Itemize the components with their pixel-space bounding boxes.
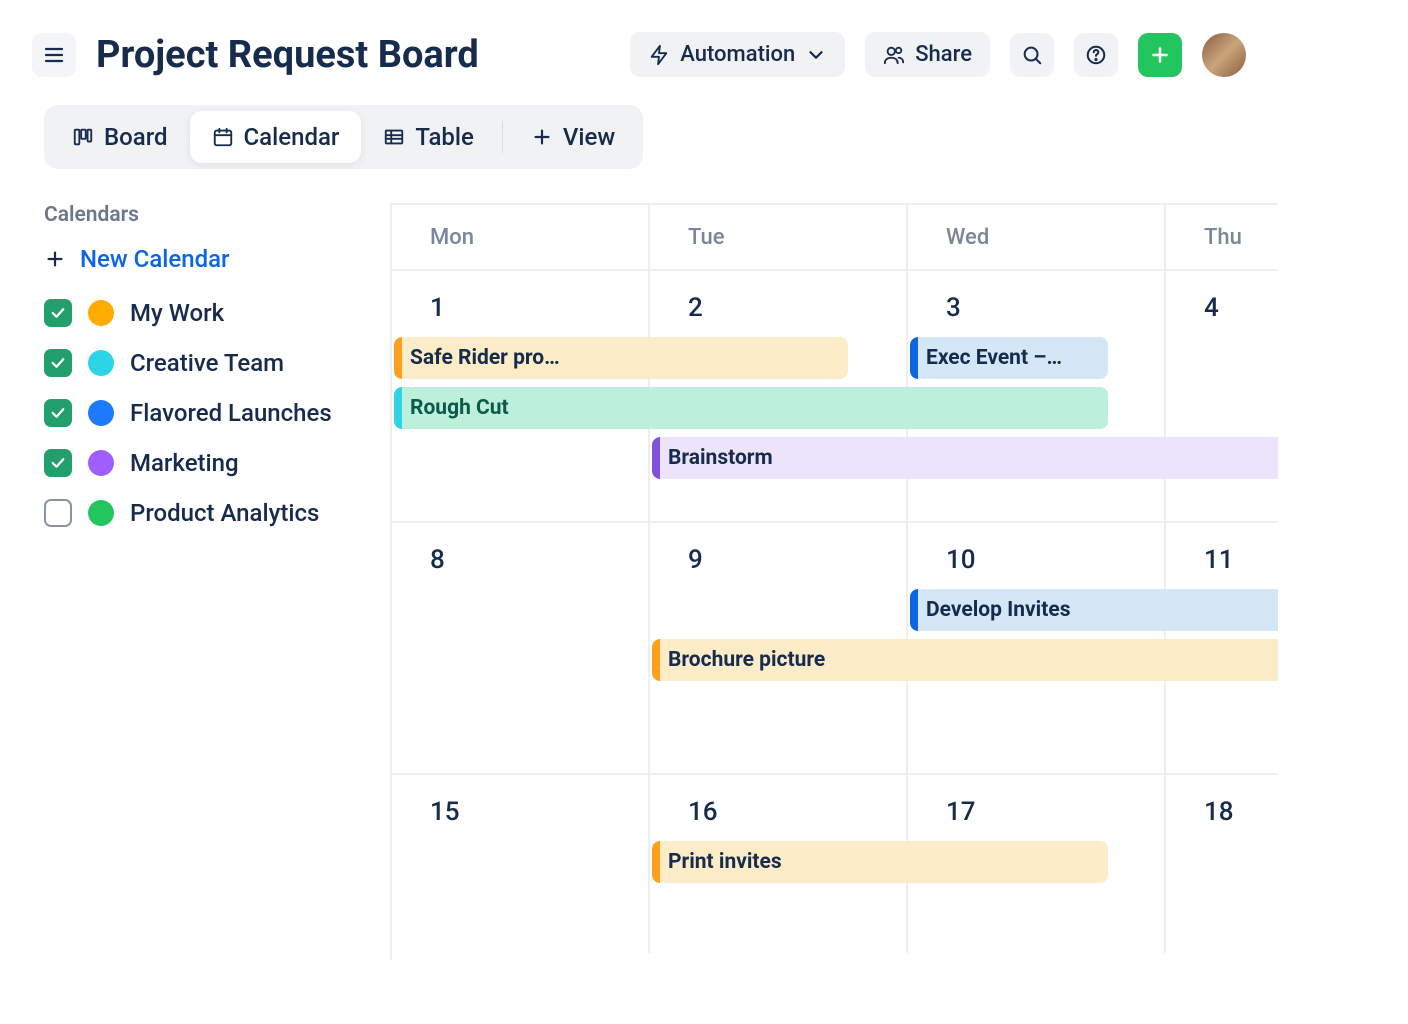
plus-icon — [1149, 44, 1171, 66]
automation-button[interactable]: Automation — [630, 32, 845, 77]
calendar-filter-label: My Work — [130, 299, 224, 327]
event-label: Rough Cut — [410, 396, 509, 420]
event-label: Brochure picture — [668, 648, 825, 672]
people-icon — [883, 44, 905, 66]
event-color-stripe — [394, 337, 402, 379]
day-header: Mon — [392, 205, 650, 269]
calendar-day-cell[interactable]: 18 — [1166, 775, 1278, 953]
search-button[interactable] — [1010, 33, 1054, 77]
checkbox[interactable] — [44, 449, 72, 477]
tab-separator — [502, 121, 503, 153]
calendar-filter-label: Marketing — [130, 449, 239, 477]
tab-calendar-label: Calendar — [244, 123, 340, 151]
tab-calendar[interactable]: Calendar — [190, 111, 362, 163]
bolt-icon — [648, 44, 670, 66]
calendar-filter-item[interactable]: Product Analytics — [44, 499, 366, 527]
plus-icon — [531, 126, 553, 148]
event-color-stripe — [910, 337, 918, 379]
event-label: Exec Event –… — [926, 346, 1062, 370]
calendar-filter-label: Flavored Launches — [130, 399, 332, 427]
calendar-color-dot — [88, 450, 114, 476]
tab-view-label: View — [563, 123, 615, 151]
help-button[interactable] — [1074, 33, 1118, 77]
calendar-event[interactable]: Safe Rider pro… — [394, 337, 848, 379]
tab-table-label: Table — [415, 123, 473, 151]
calendar-filter-item[interactable]: Creative Team — [44, 349, 366, 377]
calendar-event[interactable]: Rough Cut — [394, 387, 1108, 429]
calendar-week-row: 1234Safe Rider pro…Exec Event –…Rough Cu… — [392, 269, 1278, 521]
new-calendar-button[interactable]: New Calendar — [44, 245, 366, 273]
event-label: Safe Rider pro… — [410, 346, 560, 370]
page-title: Project Request Board — [96, 33, 479, 77]
calendar-event[interactable]: Brainstorm — [652, 437, 1278, 479]
event-label: Brainstorm — [668, 446, 773, 470]
sidebar-heading: Calendars — [44, 203, 366, 227]
board-icon — [72, 126, 94, 148]
table-icon — [383, 126, 405, 148]
calendar-day-cell[interactable]: 8 — [392, 523, 650, 773]
calendar-icon — [212, 126, 234, 148]
calendar-filter-item[interactable]: Marketing — [44, 449, 366, 477]
new-calendar-label: New Calendar — [80, 245, 230, 273]
help-icon — [1085, 44, 1107, 66]
calendar-week-row: 891011Develop InvitesBrochure picture — [392, 521, 1278, 773]
calendar-filter-label: Product Analytics — [130, 499, 319, 527]
day-header: Thu — [1166, 205, 1278, 269]
tab-board-label: Board — [104, 123, 168, 151]
tab-board[interactable]: Board — [50, 111, 190, 163]
event-color-stripe — [652, 841, 660, 883]
checkbox[interactable] — [44, 349, 72, 377]
day-header: Tue — [650, 205, 908, 269]
view-tabs: Board Calendar Table View — [44, 105, 643, 169]
checkbox[interactable] — [44, 499, 72, 527]
calendar-week-row: 15161718Print invites — [392, 773, 1278, 953]
check-icon — [49, 304, 67, 322]
calendar-filter-item[interactable]: Flavored Launches — [44, 399, 366, 427]
calendar-filter-item[interactable]: My Work — [44, 299, 366, 327]
share-button[interactable]: Share — [865, 32, 990, 77]
event-color-stripe — [910, 589, 918, 631]
event-label: Print invites — [668, 850, 782, 874]
event-color-stripe — [652, 437, 660, 479]
check-icon — [49, 404, 67, 422]
automation-label: Automation — [680, 42, 795, 67]
tab-add-view[interactable]: View — [509, 111, 637, 163]
main-menu-button[interactable] — [32, 33, 76, 77]
calendar-event[interactable]: Exec Event –… — [910, 337, 1108, 379]
check-icon — [49, 354, 67, 372]
calendar-day-cell[interactable]: 4 — [1166, 271, 1278, 521]
search-icon — [1021, 44, 1043, 66]
event-label: Develop Invites — [926, 598, 1070, 622]
calendar-color-dot — [88, 350, 114, 376]
calendar-color-dot — [88, 400, 114, 426]
calendar-grid: MonTueWedThu 1234Safe Rider pro…Exec Eve… — [390, 203, 1278, 960]
day-header: Wed — [908, 205, 1166, 269]
chevron-down-icon — [805, 44, 827, 66]
calendar-filter-label: Creative Team — [130, 349, 284, 377]
calendar-event[interactable]: Print invites — [652, 841, 1108, 883]
calendar-color-dot — [88, 300, 114, 326]
add-button[interactable] — [1138, 33, 1182, 77]
checkbox[interactable] — [44, 399, 72, 427]
check-icon — [49, 454, 67, 472]
hamburger-icon — [42, 43, 66, 67]
user-avatar[interactable] — [1202, 33, 1246, 77]
event-color-stripe — [394, 387, 402, 429]
event-color-stripe — [652, 639, 660, 681]
calendar-event[interactable]: Brochure picture — [652, 639, 1278, 681]
checkbox[interactable] — [44, 299, 72, 327]
plus-icon — [44, 248, 66, 270]
calendar-color-dot — [88, 500, 114, 526]
share-label: Share — [915, 42, 972, 67]
calendars-sidebar: Calendars New Calendar My Work Creative T… — [0, 203, 390, 960]
tab-table[interactable]: Table — [361, 111, 495, 163]
calendar-day-cell[interactable]: 15 — [392, 775, 650, 953]
calendar-event[interactable]: Develop Invites — [910, 589, 1278, 631]
